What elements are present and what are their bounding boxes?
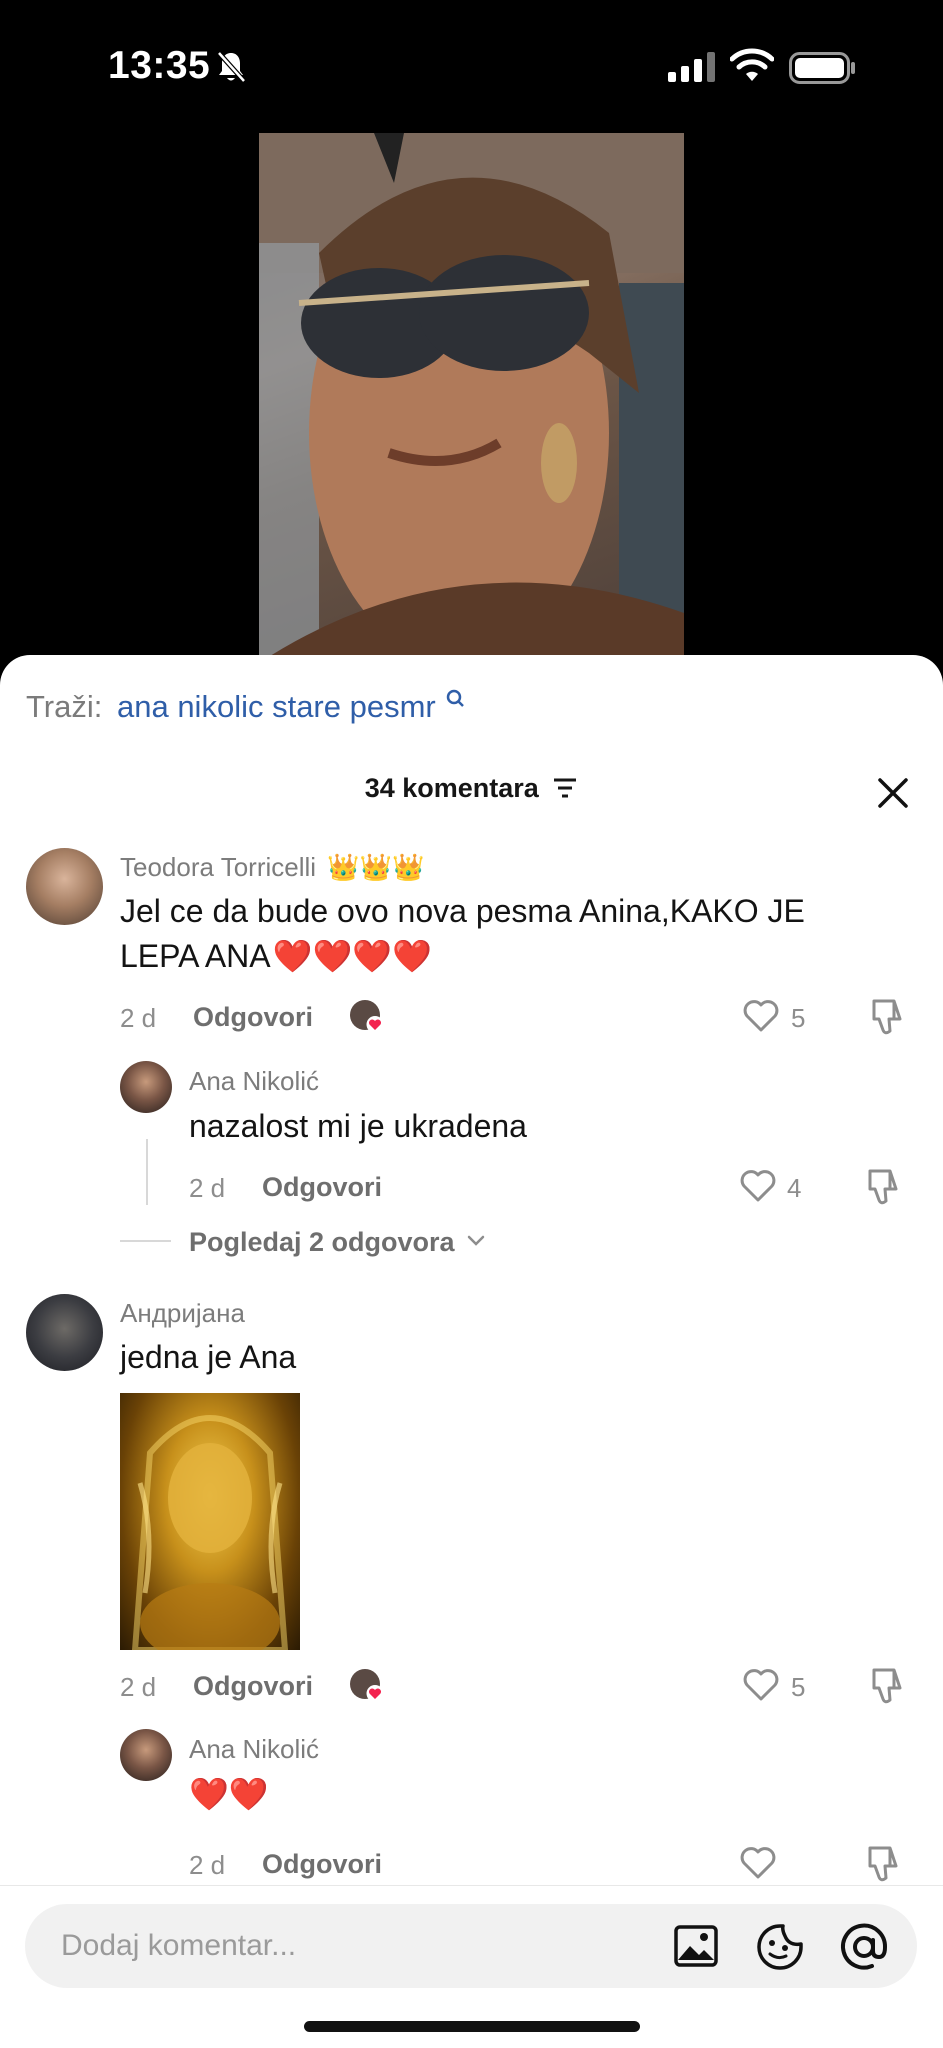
dislike-icon[interactable] bbox=[866, 1167, 904, 1207]
search-icon bbox=[447, 689, 465, 707]
heart-icon[interactable] bbox=[742, 999, 780, 1033]
filter-icon[interactable] bbox=[552, 777, 578, 799]
video-image bbox=[259, 133, 684, 663]
like-count: 4 bbox=[787, 1173, 802, 1203]
signal-icon bbox=[668, 52, 715, 82]
comment-composer bbox=[0, 1885, 943, 2048]
avatar[interactable] bbox=[120, 1061, 172, 1113]
reply-button[interactable]: Odgovori bbox=[262, 1849, 382, 1880]
like-count: 5 bbox=[791, 1672, 806, 1702]
creator-liked-icon bbox=[350, 1669, 384, 1702]
battery-icon bbox=[789, 52, 855, 84]
heart-icon[interactable] bbox=[742, 1668, 780, 1702]
like-count: 5 bbox=[791, 1003, 806, 1033]
view-replies-button[interactable]: Pogledaj 2 odgovora bbox=[189, 1227, 455, 1258]
chevron-down-icon bbox=[467, 1235, 485, 1246]
comment-username[interactable]: Teodora Torricelli 👑👑👑 bbox=[120, 852, 424, 883]
thread-line bbox=[146, 1139, 148, 1205]
comment-age: 2 d bbox=[120, 1672, 157, 1702]
heart-icon[interactable] bbox=[739, 1846, 777, 1880]
comments-count: 34 komentara bbox=[364, 773, 539, 803]
heart-icon[interactable] bbox=[739, 1169, 777, 1203]
comment-username[interactable]: Ana Nikolić bbox=[189, 1734, 319, 1765]
comment-text: jedna je Ana bbox=[120, 1339, 297, 1375]
status-time: 13:35 bbox=[108, 44, 211, 87]
close-icon[interactable] bbox=[875, 775, 911, 811]
at-icon[interactable] bbox=[839, 1922, 889, 1972]
wifi-icon bbox=[730, 48, 774, 81]
home-indicator bbox=[304, 2021, 640, 2032]
comments-header: 34 komentara bbox=[0, 773, 943, 804]
crown-badge: 👑👑👑 bbox=[327, 852, 425, 882]
video-frame[interactable] bbox=[259, 133, 684, 663]
comment-username[interactable]: Андријана bbox=[120, 1298, 245, 1329]
dislike-icon[interactable] bbox=[870, 997, 908, 1037]
avatar[interactable] bbox=[26, 848, 103, 925]
comment-image[interactable] bbox=[120, 1393, 300, 1650]
comment-age: 2 d bbox=[189, 1850, 226, 1880]
avatar[interactable] bbox=[26, 1294, 103, 1371]
reply-button[interactable]: Odgovori bbox=[193, 1671, 313, 1702]
search-query[interactable]: ana nikolic stare pesmr bbox=[117, 689, 436, 724]
avatar[interactable] bbox=[120, 1729, 172, 1781]
sticker-icon[interactable] bbox=[755, 1922, 805, 1972]
comment-text: nazalost mi je ukradena bbox=[189, 1108, 527, 1144]
comment-age: 2 d bbox=[120, 1003, 157, 1033]
comment-input[interactable] bbox=[61, 1904, 621, 1988]
creator-liked-icon bbox=[350, 1000, 384, 1033]
comment-age: 2 d bbox=[189, 1173, 226, 1203]
search-label: Traži: bbox=[26, 689, 103, 724]
divider bbox=[120, 1240, 171, 1242]
comment-text: ❤️❤️ bbox=[189, 1776, 269, 1812]
dislike-icon[interactable] bbox=[866, 1844, 904, 1884]
search-suggestion[interactable]: Traži: ana nikolic stare pesmr bbox=[26, 689, 466, 725]
comment-text: Jel ce da bude ovo nova pesma Anina,KAKO… bbox=[120, 893, 805, 974]
reply-button[interactable]: Odgovori bbox=[262, 1172, 382, 1203]
dislike-icon[interactable] bbox=[870, 1666, 908, 1706]
reply-button[interactable]: Odgovori bbox=[193, 1002, 313, 1033]
status-bar: 13:35 bbox=[0, 0, 943, 135]
image-icon[interactable] bbox=[673, 1924, 719, 1968]
comment-username[interactable]: Ana Nikolić bbox=[189, 1066, 319, 1097]
comment-input-wrapper[interactable] bbox=[25, 1904, 917, 1988]
bell-slash-icon bbox=[217, 51, 246, 83]
